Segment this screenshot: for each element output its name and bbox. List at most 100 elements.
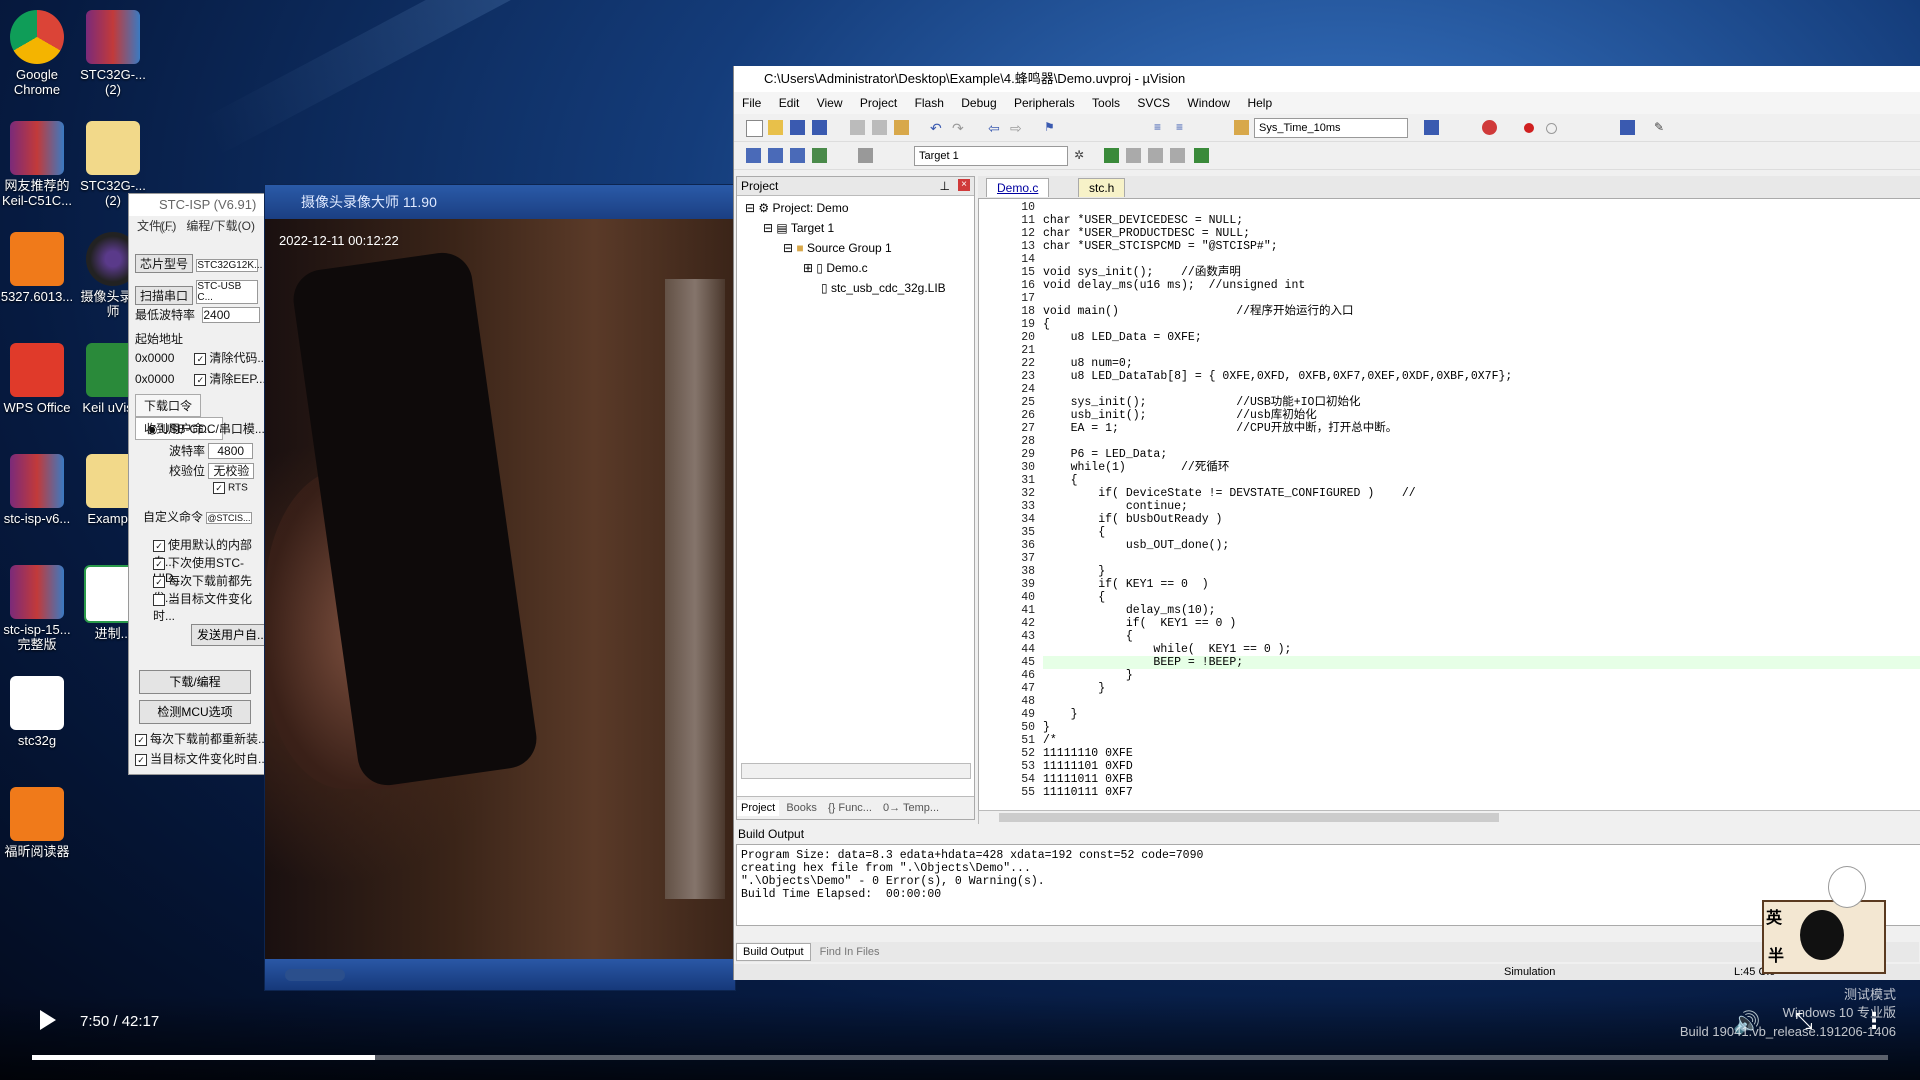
project-hscrollbar[interactable] (741, 763, 971, 779)
save-icon[interactable] (790, 120, 805, 135)
editor-tab-demo-c[interactable]: Demo.c (986, 178, 1050, 197)
send-user-cmd-button[interactable]: 发送用户自... (191, 624, 273, 646)
menu-program[interactable]: 编程/下载(O) (186, 219, 255, 233)
clear-eeprom-checkbox[interactable]: ✓ (194, 373, 207, 386)
target-options-icon[interactable]: ✲ (1074, 148, 1089, 163)
open-folder-icon[interactable] (768, 120, 783, 135)
manage-components-icon[interactable] (1104, 148, 1119, 163)
build-output-panel[interactable]: Program Size: data=8.3 edata+hdata=428 x… (736, 844, 1920, 926)
menu-debug[interactable]: Debug (961, 96, 996, 110)
baud-select[interactable]: 4800 (208, 443, 254, 459)
menu-flash[interactable]: Flash (915, 96, 944, 110)
desktop-icon-stc-isp-15[interactable]: stc-isp-15... 完整版 (0, 559, 80, 652)
desktop-icon-stc32g-archive[interactable]: STC32G-... (2) (70, 4, 156, 97)
chip-type-button[interactable]: 芯片型号 (135, 254, 193, 273)
close-icon[interactable]: × (958, 179, 970, 191)
desktop-icon-keil-archive[interactable]: 网友推荐的 Keil-C51C... (0, 115, 80, 208)
pack-installer-icon[interactable] (1148, 148, 1163, 163)
scan-port-button[interactable]: 扫描串口 (135, 286, 193, 305)
undo-icon[interactable]: ↶ (930, 120, 945, 136)
menu-file[interactable]: 文件(F) (137, 219, 176, 233)
menu-svcs[interactable]: SVCS (1137, 96, 1170, 110)
unindent-icon[interactable]: ≡ (1176, 120, 1191, 135)
desktop-icon-wps[interactable]: WPS Office (0, 337, 80, 415)
code-editor[interactable]: 10 11 char *USER_DEVICEDESC = NULL; 12 char … (978, 198, 1920, 812)
copy-icon[interactable] (872, 120, 887, 135)
tree-demo-c[interactable]: ⊞ ▯ Demo.c (803, 261, 868, 275)
breakpoint-icon[interactable] (1524, 123, 1534, 133)
addr-2[interactable]: 0x0000 (135, 372, 191, 386)
translate-icon[interactable] (746, 148, 761, 163)
tree-source-group[interactable]: ⊟ ■ Source Group 1 (783, 241, 892, 255)
nav-forward-icon[interactable]: ⇨ (1010, 120, 1025, 136)
menu-peripherals[interactable]: Peripherals (1014, 96, 1075, 110)
rts-checkbox[interactable]: ✓ (213, 482, 225, 494)
menu-help[interactable]: Help (1247, 96, 1272, 110)
new-file-icon[interactable] (746, 120, 763, 137)
editor-tab-stc-h[interactable]: stc.h (1078, 178, 1126, 197)
tree-project[interactable]: ⊟ ⚙ Project: Demo (745, 201, 849, 215)
rebuild-icon[interactable] (790, 148, 805, 163)
save-all-icon[interactable] (812, 120, 827, 135)
pin-icon[interactable]: ⊥ (940, 177, 950, 195)
menu-project[interactable]: Project (860, 96, 897, 110)
file-extensions-icon[interactable] (1126, 148, 1141, 163)
port-select[interactable]: STC-USB C... (196, 280, 259, 304)
paste-icon[interactable] (894, 120, 909, 135)
settings-wrench-icon[interactable]: ✎ (1654, 120, 1669, 135)
tab-functions[interactable]: {} Func... (824, 802, 876, 814)
check-mcu-button[interactable]: 检测MCU选项 (139, 700, 251, 724)
bottom-opt-1-checkbox[interactable]: ✓ (135, 733, 147, 746)
breakpoint-disable-icon[interactable] (1546, 123, 1557, 134)
addr-1[interactable]: 0x0000 (135, 351, 191, 365)
menu-tools[interactable]: Tools (1092, 96, 1120, 110)
tab-books[interactable]: Books (782, 802, 821, 814)
tree-target[interactable]: ⊟ ▤ Target 1 (763, 221, 834, 235)
search-files-icon[interactable] (1424, 120, 1439, 135)
scroll-thumb[interactable] (999, 813, 1499, 822)
tab-find-in-files[interactable]: Find In Files (814, 946, 886, 958)
usb-cdc-radio[interactable]: ◉ USB-CDC/串口模... (147, 420, 265, 437)
option-1-checkbox[interactable]: ✓ (153, 539, 165, 552)
menu-window[interactable]: Window (1187, 96, 1230, 110)
stop-build-icon[interactable] (858, 148, 873, 163)
bookmark-icon[interactable]: ⚑ (1044, 120, 1059, 135)
tree-lib[interactable]: ▯ stc_usb_cdc_32g.LIB (821, 281, 946, 295)
option-2-checkbox[interactable]: ✓ (153, 557, 165, 570)
find-icon[interactable] (1234, 120, 1249, 135)
option-3-checkbox[interactable]: ✓ (153, 575, 165, 588)
menu-edit[interactable]: Edit (779, 96, 800, 110)
redo-icon[interactable]: ↷ (952, 120, 967, 136)
find-combo[interactable]: Sys_Time_10ms (1254, 118, 1408, 138)
desktop-icon-pdf[interactable]: 5327.6013... (0, 226, 80, 304)
video-progress-bar[interactable] (32, 1055, 1888, 1060)
desktop-icon-chrome[interactable]: Google Chrome (0, 4, 80, 97)
tab-build-output[interactable]: Build Output (736, 943, 811, 961)
tab-download-password[interactable]: 下载口令 (135, 394, 202, 417)
menu-view[interactable]: View (817, 96, 843, 110)
desktop-icon-foxit[interactable]: 福昕阅读器 (0, 781, 80, 859)
target-select[interactable]: Target 1 (914, 146, 1068, 166)
parity-select[interactable]: 无校验 (208, 463, 255, 479)
tab-project[interactable]: Project (737, 800, 780, 816)
window-layout-icon[interactable] (1620, 120, 1635, 135)
tab-templates[interactable]: 0→ Temp... (879, 802, 943, 814)
baud-min-select[interactable]: 2400 (202, 307, 261, 323)
cut-icon[interactable] (850, 120, 865, 135)
custom-cmd-input[interactable]: @STCIS... (206, 512, 252, 524)
chip-type-select[interactable]: STC32G12K... (196, 259, 262, 272)
desktop-icon-stc-isp-v6[interactable]: stc-isp-v6... (0, 448, 80, 526)
debug-start-icon[interactable] (1482, 120, 1497, 135)
nav-back-icon[interactable]: ⇦ (988, 120, 1003, 136)
manage-run-icon[interactable] (1194, 148, 1209, 163)
desktop-icon-stc32g-doc[interactable]: stc32g (0, 670, 80, 748)
rte-icon[interactable] (1170, 148, 1185, 163)
option-4-checkbox[interactable] (153, 593, 165, 606)
bottom-opt-2-checkbox[interactable]: ✓ (135, 753, 147, 766)
download-icon[interactable] (812, 148, 827, 163)
build-icon[interactable] (768, 148, 783, 163)
play-icon[interactable] (40, 1010, 56, 1030)
playback-control[interactable] (285, 969, 345, 981)
menu-file[interactable]: File (742, 96, 761, 110)
clear-code-checkbox[interactable]: ✓ (194, 352, 207, 365)
